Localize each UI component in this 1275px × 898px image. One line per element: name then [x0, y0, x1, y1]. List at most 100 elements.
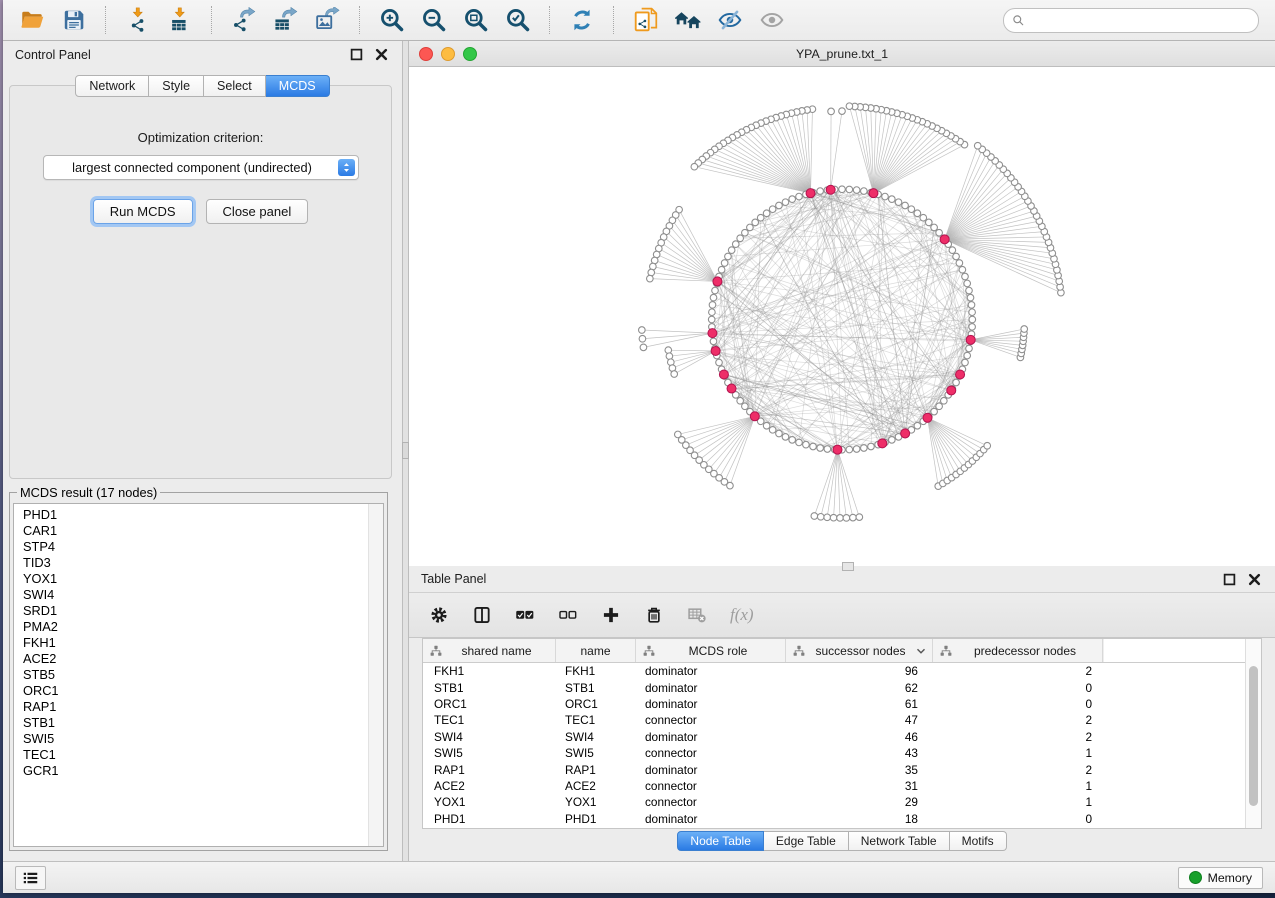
tab-motifs[interactable]: Motifs	[950, 831, 1007, 851]
table-row[interactable]: ORC1ORC1dominator610	[423, 696, 1245, 712]
eye-slash-icon	[717, 7, 743, 33]
network-window: YPA_prune.txt_1	[409, 41, 1275, 566]
columns-button[interactable]	[468, 600, 496, 630]
two-houses-icon	[675, 7, 701, 33]
mcds-result-item[interactable]: PHD1	[14, 507, 368, 523]
gear-button[interactable]	[425, 600, 453, 630]
fx-button: f(x)	[726, 600, 754, 630]
refresh-button[interactable]	[564, 4, 600, 36]
vertical-splitter[interactable]	[402, 41, 409, 861]
table-cell: connector	[636, 779, 786, 793]
zoom-in-button[interactable]	[374, 4, 410, 36]
column-header-predecessor-nodes[interactable]: predecessor nodes	[933, 639, 1103, 662]
table-cell: RAP1	[556, 763, 636, 777]
two-houses-button[interactable]	[670, 4, 706, 36]
optimization-select[interactable]: largest connected component (undirected)	[43, 155, 359, 180]
tab-mcds[interactable]: MCDS	[266, 75, 330, 97]
run-mcds-button[interactable]: Run MCDS	[93, 199, 193, 224]
export-web-document-button[interactable]	[628, 4, 664, 36]
mcds-result-item[interactable]: TID3	[14, 555, 368, 571]
tab-network-table[interactable]: Network Table	[849, 831, 950, 851]
mcds-result-item[interactable]: CAR1	[14, 523, 368, 539]
table-cell: 2	[933, 763, 1103, 777]
network-canvas[interactable]	[409, 67, 1275, 566]
table-row[interactable]: ACE2ACE2connector311	[423, 778, 1245, 794]
close-panel-button[interactable]: Close panel	[206, 199, 309, 224]
table-row[interactable]: PHD1PHD1dominator180	[423, 811, 1245, 827]
table-row[interactable]: SWI4SWI4dominator462	[423, 729, 1245, 745]
mcds-result-item[interactable]: TEC1	[14, 747, 368, 763]
eye-slash-button[interactable]	[712, 4, 748, 36]
table-scrollbar-thumb[interactable]	[1249, 666, 1258, 806]
tab-edge-table[interactable]: Edge Table	[764, 831, 849, 851]
plus-button[interactable]	[597, 600, 625, 630]
deselect-all-button[interactable]	[554, 600, 582, 630]
node-table: shared namenameMCDS rolesuccessor nodesp…	[422, 638, 1262, 829]
mcds-result-item[interactable]: STB1	[14, 715, 368, 731]
mcds-result-item[interactable]: SWI4	[14, 587, 368, 603]
table-cell: 29	[786, 795, 933, 809]
result-list-scrollbar[interactable]	[368, 504, 383, 846]
close-panel-icon[interactable]	[375, 48, 388, 61]
table-scrollbar[interactable]	[1245, 639, 1261, 828]
table-row[interactable]: TEC1TEC1connector472	[423, 712, 1245, 728]
horizontal-splitter-grip[interactable]	[842, 562, 854, 571]
mcds-result-item[interactable]: STP4	[14, 539, 368, 555]
table-tabs: Node TableEdge TableNetwork TableMotifs	[677, 831, 1006, 851]
search-box[interactable]	[1003, 8, 1259, 33]
float-panel-icon[interactable]	[350, 48, 363, 61]
table-delete-icon	[687, 604, 707, 626]
trash-button[interactable]	[640, 600, 668, 630]
tab-style[interactable]: Style	[149, 75, 204, 97]
tab-select[interactable]: Select	[204, 75, 266, 97]
mcds-result-list[interactable]: PHD1CAR1STP4TID3YOX1SWI4SRD1PMA2FKH1ACE2…	[13, 503, 384, 847]
table-row[interactable]: SWI5SWI5connector431	[423, 745, 1245, 761]
column-header-MCDS-role[interactable]: MCDS role	[636, 639, 786, 662]
export-image-button[interactable]	[310, 4, 346, 36]
close-table-panel-icon[interactable]	[1248, 573, 1261, 586]
float-table-panel-icon[interactable]	[1223, 573, 1236, 586]
table-row[interactable]: RAP1RAP1dominator352	[423, 761, 1245, 777]
mcds-result-item[interactable]: SRD1	[14, 603, 368, 619]
mcds-result-item[interactable]: PMA2	[14, 619, 368, 635]
table-row[interactable]: STB1STB1dominator620	[423, 679, 1245, 695]
table-row[interactable]: YOX1YOX1connector291	[423, 794, 1245, 810]
memory-button[interactable]: Memory	[1178, 867, 1263, 889]
mcds-result-item[interactable]: RAP1	[14, 699, 368, 715]
export-table-button[interactable]	[268, 4, 304, 36]
import-table-button[interactable]	[162, 4, 198, 36]
tab-node-table[interactable]: Node Table	[677, 831, 764, 851]
table-cell: 31	[786, 779, 933, 793]
table-cell: dominator	[636, 812, 786, 826]
table-cell: 2	[933, 664, 1103, 678]
zoom-out-button[interactable]	[416, 4, 452, 36]
mcds-result-item[interactable]: SWI5	[14, 731, 368, 747]
table-row[interactable]: FKH1FKH1dominator962	[423, 663, 1245, 679]
save-floppy-button[interactable]	[56, 4, 92, 36]
zoom-selected-button[interactable]	[500, 4, 536, 36]
mcds-result-item[interactable]: YOX1	[14, 571, 368, 587]
mcds-result-item[interactable]: ACE2	[14, 651, 368, 667]
tab-network[interactable]: Network	[75, 75, 149, 97]
mcds-result-item[interactable]: STB5	[14, 667, 368, 683]
mcds-result-item[interactable]: GCR1	[14, 763, 368, 779]
column-header-name[interactable]: name	[556, 639, 636, 662]
table-cell: FKH1	[556, 664, 636, 678]
search-input[interactable]	[1030, 13, 1250, 29]
column-header-successor-nodes[interactable]: successor nodes	[786, 639, 933, 662]
header-filler	[1103, 639, 1261, 662]
select-all-button[interactable]	[511, 600, 539, 630]
mcds-result-item[interactable]: FKH1	[14, 635, 368, 651]
zoom-fit-button[interactable]	[458, 4, 494, 36]
column-header-shared-name[interactable]: shared name	[423, 639, 556, 662]
memory-status-dot	[1189, 871, 1202, 884]
open-folder-button[interactable]	[14, 4, 50, 36]
task-history-button[interactable]	[15, 866, 46, 890]
splitter-grip[interactable]	[402, 442, 409, 459]
table-cell: 43	[786, 746, 933, 760]
table-cell: TEC1	[556, 713, 636, 727]
import-network-button[interactable]	[120, 4, 156, 36]
status-bar: Memory	[3, 861, 1275, 893]
mcds-result-item[interactable]: ORC1	[14, 683, 368, 699]
export-network-button[interactable]	[226, 4, 262, 36]
